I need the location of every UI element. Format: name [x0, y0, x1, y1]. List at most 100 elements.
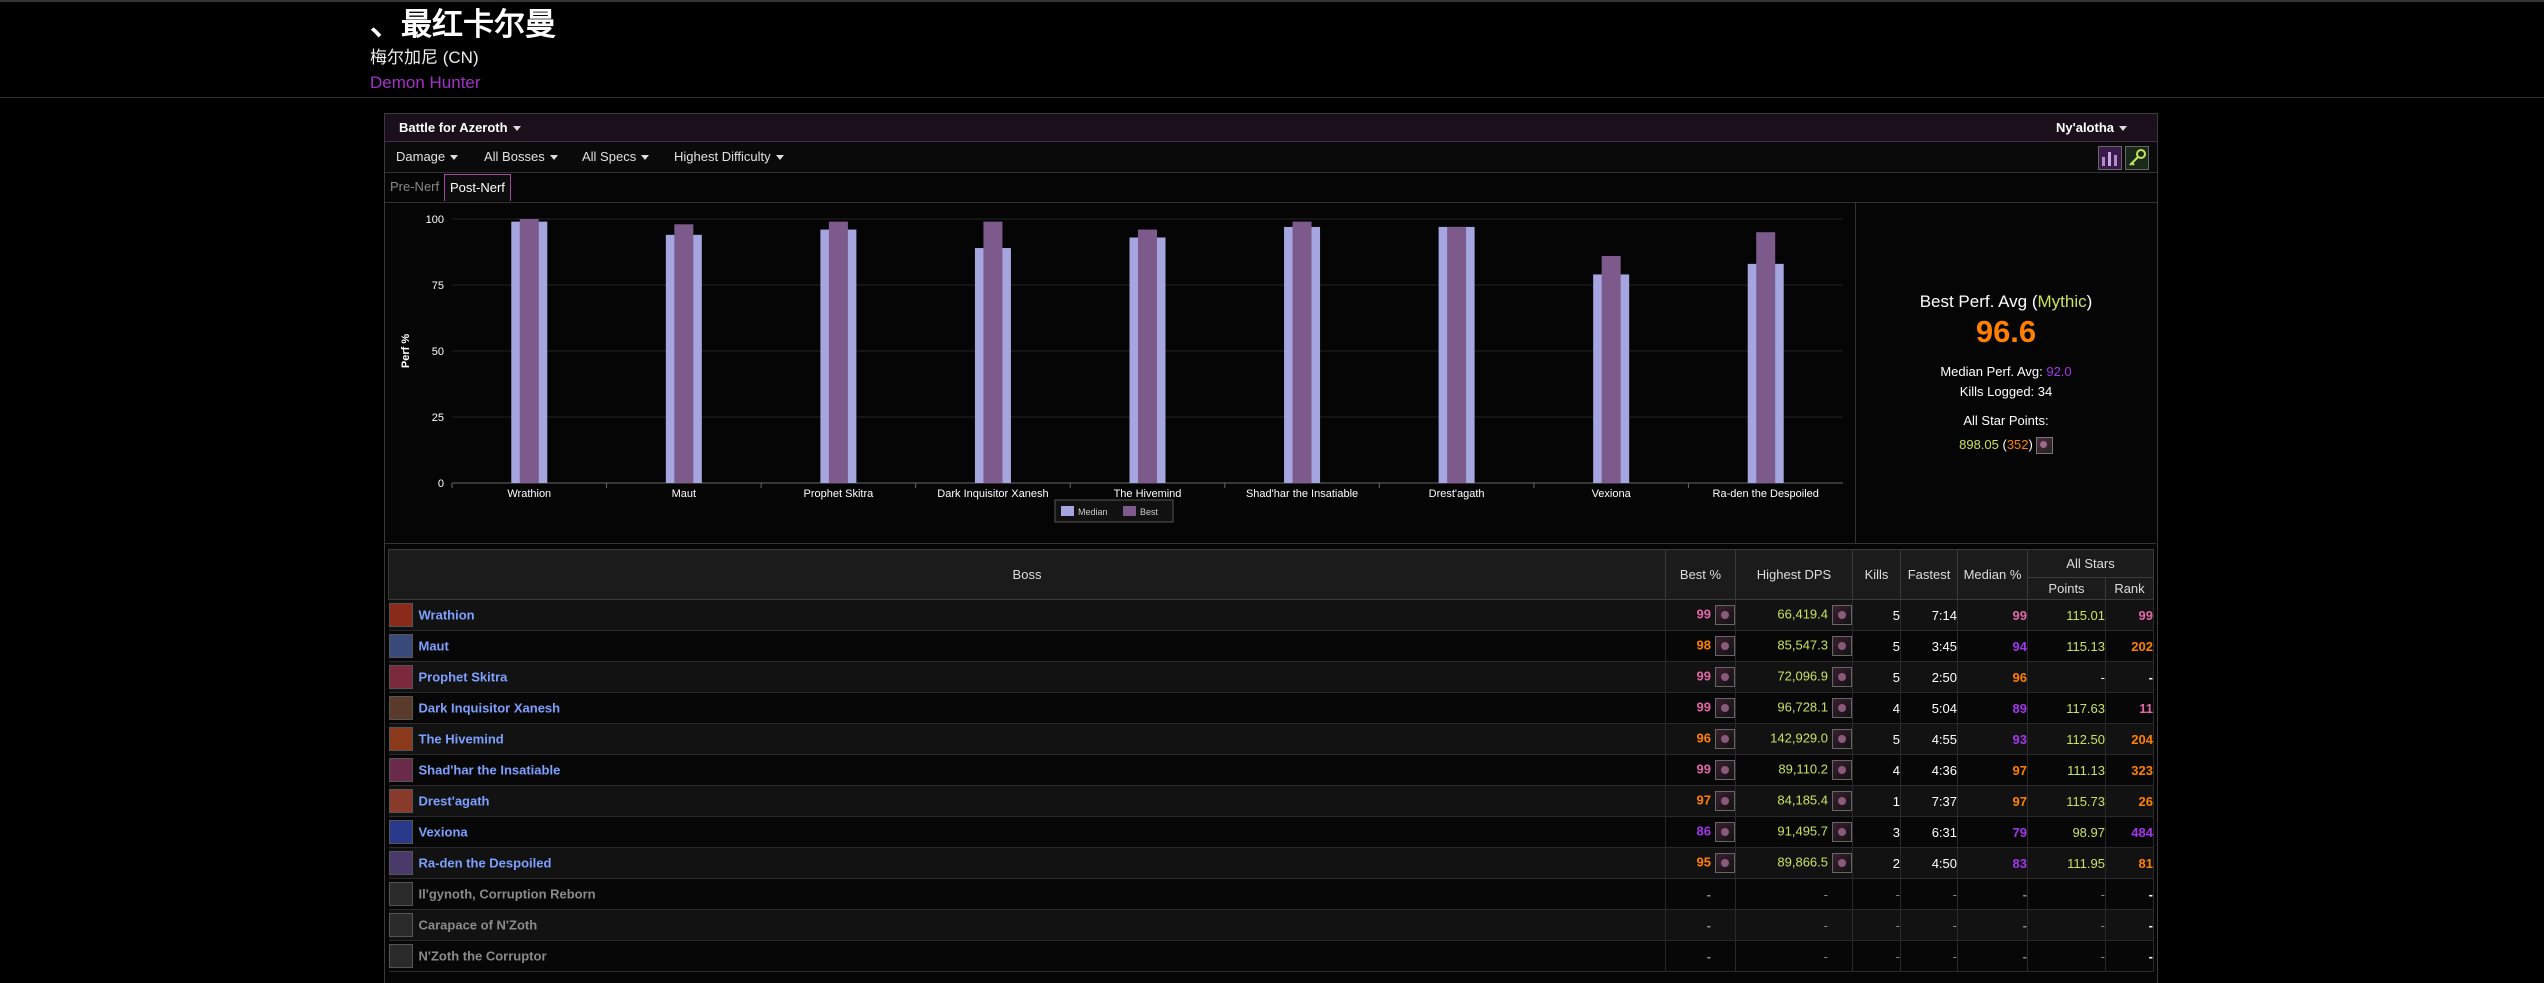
chevron-down-icon — [512, 126, 521, 132]
highest-dps: - — [1823, 917, 1828, 933]
boss-name[interactable]: The Hivemind — [419, 732, 504, 747]
header-fastest[interactable]: Fastest — [1900, 549, 1958, 600]
spec-dropdown[interactable]: All Specs — [582, 142, 650, 172]
fastest-cell: 3:45 — [1900, 630, 1958, 662]
kills: - — [1895, 948, 1900, 964]
boss-name[interactable]: Maut — [419, 639, 449, 654]
expansion-dropdown[interactable]: Battle for Azeroth — [399, 114, 521, 141]
fastest-cell: 4:36 — [1900, 754, 1958, 786]
table-row[interactable]: Shad'har the Insatiable 99 89,110.2 4 4:36 97… — [388, 754, 2154, 786]
kills-cell: 4 — [1852, 754, 1901, 786]
boss-name[interactable]: Dark Inquisitor Xanesh — [419, 701, 561, 716]
best-cell: 99 — [1665, 754, 1736, 786]
median-percent: - — [2022, 886, 2027, 902]
header-dps[interactable]: Highest DPS — [1735, 549, 1853, 600]
boss-icon — [388, 944, 413, 968]
all-star-rank: 202 — [2131, 638, 2153, 654]
kills-cell: 5 — [1852, 723, 1901, 755]
table-row[interactable]: Prophet Skitra 99 72,096.9 5 2:50 96 - - — [388, 661, 2154, 693]
best-percent: 98 — [1696, 637, 1711, 653]
table-row[interactable]: Maut 98 85,547.3 5 3:45 94 115.13 202 — [388, 630, 2154, 662]
header-best[interactable]: Best % — [1665, 549, 1736, 600]
kills-logged-label: Kills Logged: — [1959, 384, 2035, 399]
x-tick-label: Dark Inquisitor Xanesh — [937, 488, 1048, 500]
character-name: 、最红卡尔曼 — [370, 7, 556, 42]
raid-label: Ny'alotha — [2056, 120, 2114, 135]
raid-dropdown[interactable]: Ny'alotha — [2056, 114, 2127, 141]
table-row[interactable]: Wrathion 99 66,419.4 5 7:14 99 115.01 99 — [388, 599, 2154, 631]
legend-swatch-median — [1061, 506, 1074, 516]
fastest: 4:55 — [1931, 731, 1957, 747]
x-tick-label: Vexiona — [1592, 488, 1632, 500]
spec-icon — [1715, 667, 1735, 687]
boss-name[interactable]: Prophet Skitra — [419, 670, 508, 685]
fastest: - — [1952, 917, 1957, 933]
table-row[interactable]: Dark Inquisitor Xanesh 99 96,728.1 4 5:04 89 1… — [388, 692, 2154, 724]
highest-dps: 84,185.4 — [1777, 792, 1828, 808]
bar-best — [1292, 221, 1312, 483]
rank-cell: 99 — [2105, 599, 2154, 631]
y-tick-label: 0 — [438, 478, 444, 490]
points-cell: 117.63 — [2027, 692, 2106, 724]
bar-chart-icon[interactable] — [2098, 146, 2122, 170]
rank-cell: 11 — [2105, 692, 2154, 724]
header-boss[interactable]: Boss — [388, 549, 1666, 600]
fastest: - — [1952, 948, 1957, 964]
best-percent: 99 — [1696, 668, 1711, 684]
header-rank[interactable]: Rank — [2105, 577, 2154, 600]
header-points[interactable]: Points — [2027, 577, 2106, 600]
median-percent: 97 — [2012, 793, 2027, 809]
boss-name[interactable]: Vexiona — [419, 825, 468, 840]
median-cell: 97 — [1957, 785, 2028, 817]
y-tick-label: 25 — [432, 412, 444, 424]
highest-dps: 142,929.0 — [1770, 730, 1828, 746]
best-cell: 99 — [1665, 599, 1736, 631]
boss-name[interactable]: Ra-den the Despoiled — [419, 856, 552, 871]
fastest: 4:50 — [1931, 855, 1957, 871]
difficulty-dropdown[interactable]: Highest Difficulty — [674, 142, 784, 172]
boss-filter-dropdown[interactable]: All Bosses — [484, 142, 558, 172]
chevron-down-icon — [641, 155, 650, 161]
table-row[interactable]: Il'gynoth, Corruption Reborn - - - - - - - — [388, 878, 2154, 910]
table-row[interactable]: Vexiona 86 91,495.7 3 6:31 79 98.97 484 — [388, 816, 2154, 848]
header-kills[interactable]: Kills — [1852, 549, 1901, 600]
fastest: 6:31 — [1931, 824, 1957, 840]
key-icon[interactable] — [2125, 146, 2149, 170]
boss-cell: Vexiona — [388, 816, 1666, 848]
table-row[interactable]: The Hivemind 96 142,929.0 5 4:55 93 112.50 204 — [388, 723, 2154, 755]
all-star-rank: 26 — [2138, 793, 2153, 809]
character-class[interactable]: Demon Hunter — [370, 72, 556, 94]
spec-icon — [2035, 437, 2053, 455]
best-cell: - — [1665, 878, 1736, 910]
header-median[interactable]: Median % — [1957, 549, 2028, 600]
boss-name[interactable]: Drest'agath — [419, 794, 490, 809]
all-star-rank: - — [2148, 948, 2153, 964]
kills-cell: 3 — [1852, 816, 1901, 848]
table-row[interactable]: Drest'agath 97 84,185.4 1 7:37 97 115.73 26 — [388, 785, 2154, 817]
highest-dps: 72,096.9 — [1777, 668, 1828, 684]
dps-cell: 66,419.4 — [1735, 599, 1853, 631]
best-perf-value: 96.6 — [1975, 314, 2037, 349]
tab-pre-nerf[interactable]: Pre-Nerf — [385, 174, 444, 200]
table-row[interactable]: N'Zoth the Corruptor - - - - - - - — [388, 940, 2154, 972]
best-cell: 99 — [1665, 661, 1736, 693]
boss-name[interactable]: Shad'har the Insatiable — [419, 763, 561, 778]
all-star-points: 117.63 — [2066, 700, 2105, 716]
all-star-points: 112.50 — [2066, 731, 2105, 747]
tab-post-nerf[interactable]: Post-Nerf — [444, 174, 511, 201]
median-percent: 79 — [2012, 824, 2027, 840]
y-tick-label: 100 — [426, 214, 444, 226]
kills-logged-value: 34 — [2037, 384, 2053, 399]
table-row[interactable]: Ra-den the Despoiled 95 89,866.5 2 4:50 83 111… — [388, 847, 2154, 879]
table-row[interactable]: Carapace of N'Zoth - - - - - - - — [388, 909, 2154, 941]
dps-cell: - — [1735, 909, 1853, 941]
all-star-rank: 81 — [2138, 855, 2153, 871]
fastest-cell: 7:37 — [1900, 785, 1958, 817]
boss-name[interactable]: Wrathion — [419, 608, 475, 623]
metric-dropdown[interactable]: Damage — [396, 142, 459, 172]
median-cell: 79 — [1957, 816, 2028, 848]
kills-cell: 5 — [1852, 661, 1901, 693]
boss-icon — [388, 820, 413, 844]
median-perf-label: Median Perf. Avg: — [1940, 364, 2043, 379]
rank-cell: 81 — [2105, 847, 2154, 879]
